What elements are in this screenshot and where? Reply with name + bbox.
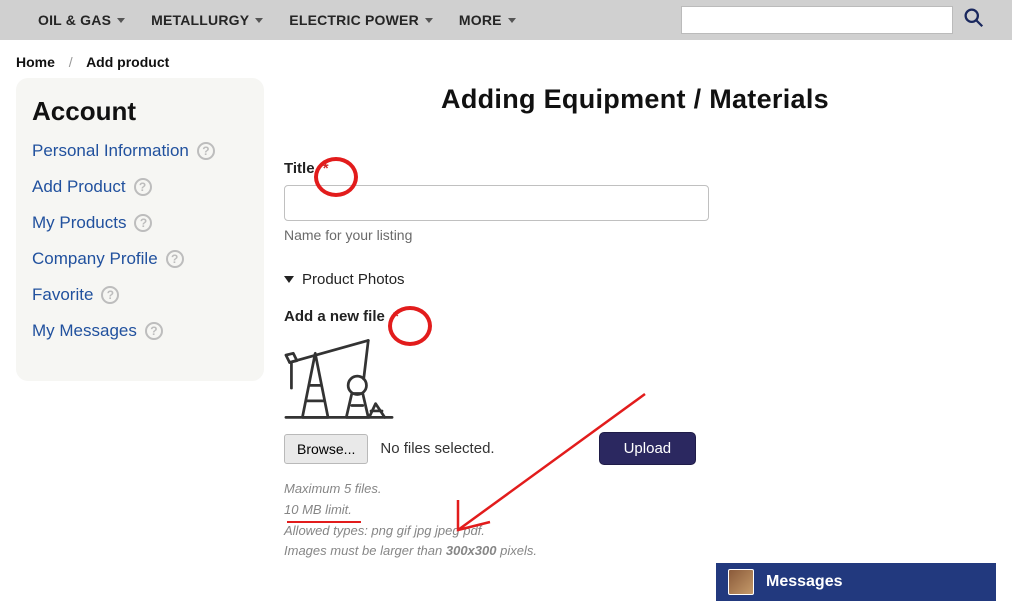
sidebar: Account Personal Information ? Add Produ…	[16, 78, 264, 381]
help-icon[interactable]: ?	[166, 250, 184, 268]
breadcrumb-current: Add product	[86, 54, 169, 70]
pumpjack-icon	[284, 335, 986, 426]
title-input[interactable]	[284, 185, 709, 221]
nav-label: METALLURGY	[151, 12, 249, 28]
nav-metallurgy[interactable]: METALLURGY	[151, 12, 263, 28]
top-bar: OIL & GAS METALLURGY ELECTRIC POWER MORE	[0, 0, 1012, 40]
sidebar-item-my-messages[interactable]: My Messages ?	[32, 321, 248, 341]
hint-maxfiles: Maximum 5 files.	[284, 479, 986, 500]
sidebar-item-label: My Messages	[32, 321, 137, 341]
add-file-label-text: Add a new file	[284, 308, 385, 325]
add-file-section: Add a new file *	[284, 308, 986, 562]
messages-bar[interactable]: Messages	[716, 563, 996, 601]
help-icon[interactable]: ?	[134, 214, 152, 232]
nav-label: ELECTRIC POWER	[289, 12, 419, 28]
file-hints: Maximum 5 files. 10 MB limit. Allowed ty…	[284, 479, 986, 562]
disclosure-label: Product Photos	[302, 271, 405, 288]
required-asterisk: *	[323, 160, 329, 177]
top-nav: OIL & GAS METALLURGY ELECTRIC POWER MORE	[38, 12, 681, 28]
nav-label: OIL & GAS	[38, 12, 111, 28]
sidebar-item-label: Favorite	[32, 285, 93, 305]
main: Account Personal Information ? Add Produ…	[0, 78, 1012, 562]
search-icon[interactable]	[963, 7, 984, 33]
upload-button[interactable]: Upload	[599, 432, 697, 465]
sidebar-item-company-profile[interactable]: Company Profile ?	[32, 249, 248, 269]
sidebar-title: Account	[32, 96, 248, 127]
chevron-down-icon	[508, 18, 516, 23]
hint-dimensions: Images must be larger than 300x300 pixel…	[284, 541, 986, 562]
add-file-label: Add a new file *	[284, 308, 986, 325]
sidebar-item-personal-information[interactable]: Personal Information ?	[32, 141, 248, 161]
sidebar-item-add-product[interactable]: Add Product ?	[32, 177, 248, 197]
hint-types: Allowed types: png gif jpg jpeg pdf.	[284, 521, 986, 542]
content: Adding Equipment / Materials Title * Nam…	[284, 78, 996, 562]
breadcrumb-home[interactable]: Home	[16, 54, 55, 70]
avatar	[728, 569, 754, 595]
disclosure-triangle-icon	[284, 276, 294, 283]
title-help: Name for your listing	[284, 227, 986, 243]
title-label-text: Title	[284, 160, 315, 177]
breadcrumb: Home / Add product	[0, 40, 1012, 78]
chevron-down-icon	[255, 18, 263, 23]
help-icon[interactable]: ?	[134, 178, 152, 196]
help-icon[interactable]: ?	[197, 142, 215, 160]
sidebar-item-favorite[interactable]: Favorite ?	[32, 285, 248, 305]
file-browse-row: Browse... No files selected. Upload	[284, 432, 986, 465]
help-icon[interactable]: ?	[145, 322, 163, 340]
breadcrumb-separator: /	[69, 54, 73, 70]
search-input[interactable]	[681, 6, 953, 34]
sidebar-list: Personal Information ? Add Product ? My …	[32, 141, 248, 341]
page-title: Adding Equipment / Materials	[284, 84, 986, 115]
sidebar-item-label: Personal Information	[32, 141, 189, 161]
help-icon[interactable]: ?	[101, 286, 119, 304]
sidebar-item-label: My Products	[32, 213, 126, 233]
chevron-down-icon	[117, 18, 125, 23]
nav-electric-power[interactable]: ELECTRIC POWER	[289, 12, 433, 28]
messages-label: Messages	[766, 573, 843, 591]
product-photos-disclosure[interactable]: Product Photos	[284, 271, 986, 288]
nav-label: MORE	[459, 12, 502, 28]
no-files-text: No files selected.	[380, 440, 494, 457]
sidebar-item-label: Company Profile	[32, 249, 158, 269]
browse-button[interactable]: Browse...	[284, 434, 368, 464]
chevron-down-icon	[425, 18, 433, 23]
sidebar-item-my-products[interactable]: My Products ?	[32, 213, 248, 233]
hint-sizelimit: 10 MB limit.	[284, 500, 986, 521]
nav-more[interactable]: MORE	[459, 12, 516, 28]
sidebar-item-label: Add Product	[32, 177, 126, 197]
required-asterisk: *	[393, 308, 399, 325]
nav-oil-gas[interactable]: OIL & GAS	[38, 12, 125, 28]
title-label: Title *	[284, 160, 329, 177]
